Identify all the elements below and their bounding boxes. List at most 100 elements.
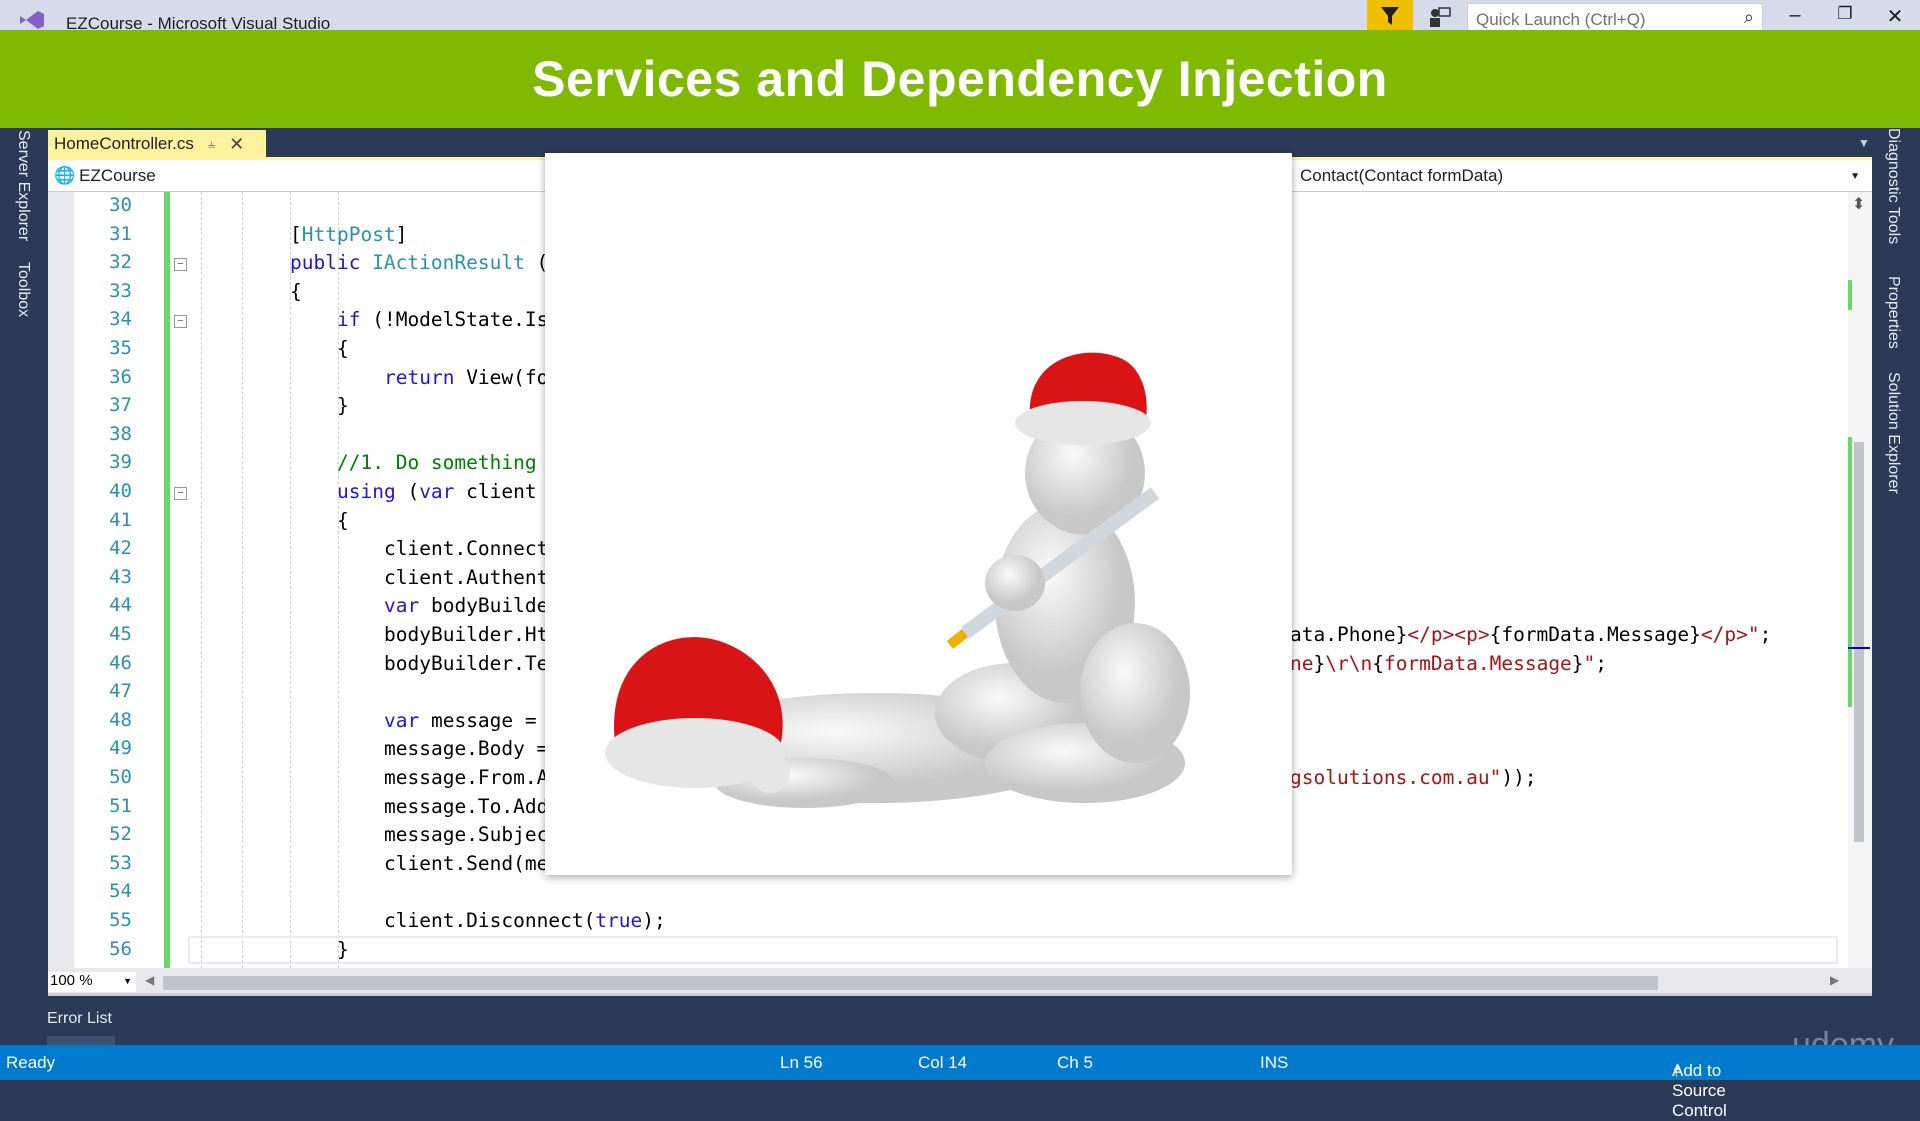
status-char: Ch 5: [1057, 1053, 1093, 1072]
code-line: if (!ModelState.Is: [337, 308, 548, 331]
change-marker: [1848, 280, 1852, 310]
feedback-icon[interactable]: [1428, 6, 1452, 28]
code-token: {: [337, 508, 349, 532]
line-number: 44: [109, 594, 132, 617]
code-token: View(fo: [454, 365, 549, 389]
member-combo[interactable]: Contact(Contact formData) ▼: [1300, 164, 1860, 188]
code-token: ata.Phone}: [1290, 623, 1408, 646]
line-number: 35: [109, 337, 132, 359]
vertical-scrollbar[interactable]: ⬍: [1848, 192, 1872, 968]
code-token: ]: [395, 222, 408, 246]
code-token: ne: [1290, 651, 1314, 675]
line-number: 34: [109, 308, 132, 331]
pin-icon[interactable]: ⫨: [208, 136, 215, 152]
code-line: message.Body =: [384, 737, 548, 760]
code-token: HttpPost: [301, 222, 396, 246]
code-line: }: [337, 394, 349, 417]
code-token: ));: [1501, 766, 1537, 789]
scroll-left-icon[interactable]: ◀: [145, 973, 154, 987]
code-line: var message =: [384, 709, 537, 732]
status-ready: Ready: [6, 1053, 56, 1072]
code-line: bodyBuilder.Ht: [384, 623, 548, 646]
code-line: client.Connect: [384, 537, 548, 560]
chevron-up-icon: ▲: [1672, 1061, 1683, 1073]
vertical-scroll-thumb[interactable]: [1854, 442, 1864, 842]
line-number: 40: [109, 480, 132, 502]
code-token: (!ModelState.Is: [360, 308, 549, 332]
collapse-region-icon[interactable]: −: [174, 487, 187, 500]
scroll-right-icon[interactable]: ▶: [1830, 973, 1839, 987]
tab-homecontroller[interactable]: HomeController.cs ⫨ ✕: [48, 130, 266, 158]
code-token: using: [337, 480, 396, 503]
code-line: using (var client: [337, 480, 537, 503]
code-token: client.Send(me: [384, 851, 549, 875]
error-list-tab[interactable]: Error List: [47, 1010, 112, 1028]
chevron-down-icon: ▼: [1850, 170, 1860, 182]
code-token: (: [395, 480, 420, 503]
code-token: client: [454, 480, 537, 503]
project-globe-icon: 🌐: [54, 166, 76, 185]
notifications-filter-button[interactable]: [1367, 0, 1413, 32]
indent-guide: [242, 192, 243, 968]
project-combo[interactable]: 🌐 EZCourse: [54, 164, 156, 188]
collapse-region-icon[interactable]: −: [174, 315, 187, 329]
code-token: {: [337, 337, 349, 360]
line-number: 31: [109, 222, 132, 245]
code-token: IActionResult: [372, 251, 525, 275]
code-token: ;: [1595, 651, 1608, 675]
close-window-button[interactable]: ✕: [1880, 4, 1910, 29]
caret-marker: [1848, 647, 1870, 649]
code-token: var: [384, 594, 420, 618]
code-token: var: [384, 708, 420, 732]
code-token: </p>": [1700, 623, 1760, 646]
code-token: </p><p>: [1407, 623, 1490, 646]
code-token: gsolutions.com.au": [1290, 766, 1502, 789]
code-token: public: [290, 251, 373, 275]
toolbox-tab[interactable]: Toolbox: [14, 262, 32, 317]
close-tab-icon[interactable]: ✕: [229, 134, 244, 155]
line-number: 39: [109, 451, 132, 474]
collapse-region-icon[interactable]: −: [174, 258, 187, 272]
status-line: Ln 56: [780, 1053, 823, 1072]
tab-label: HomeController.cs: [54, 134, 194, 153]
minimize-button[interactable]: –: [1780, 4, 1810, 27]
code-token: bodyBuilde: [419, 594, 549, 618]
code-token: if: [337, 308, 361, 332]
solution-explorer-tab[interactable]: Solution Explorer: [1884, 372, 1902, 494]
code-token: var: [419, 480, 455, 503]
line-number: 32: [109, 251, 132, 274]
indicator-margin: [48, 192, 74, 968]
code-line: }: [337, 938, 349, 961]
horizontal-scroll-thumb[interactable]: [163, 976, 1658, 990]
code-token: ;: [1759, 623, 1772, 646]
code-line: [HttpPost]: [290, 223, 407, 246]
tab-overflow-dropdown-icon[interactable]: ▼: [1858, 136, 1870, 150]
status-insert-mode: INS: [1260, 1053, 1289, 1072]
diagnostic-tools-tab[interactable]: Diagnostic Tools: [1884, 128, 1902, 244]
zoom-level-select[interactable]: 100 % ▼: [48, 972, 136, 992]
filter-icon: [1381, 7, 1399, 25]
code-token: client.Disconnect(: [384, 909, 596, 932]
code-line: //1. Do something: [337, 451, 537, 474]
change-marker: [1848, 437, 1852, 707]
properties-tab[interactable]: Properties: [1884, 276, 1902, 349]
lecture-banner: Services and Dependency Injection: [0, 30, 1920, 128]
server-explorer-tab[interactable]: Server Explorer: [14, 130, 32, 241]
visual-studio-logo-icon: [20, 11, 44, 29]
project-name: EZCourse: [79, 166, 156, 185]
code-line: return View(fo: [384, 366, 548, 389]
line-number: 45: [109, 623, 132, 645]
code-token: [: [290, 222, 302, 246]
code-token: message.Subjec: [384, 823, 549, 847]
split-editor-icon[interactable]: ⬍: [1852, 194, 1865, 214]
line-number: 42: [109, 537, 132, 560]
code-token: {: [290, 279, 302, 303]
code-line: ata.Phone}</p><p>{formData.Message}</p>"…: [1290, 623, 1771, 646]
code-line: message.To.Add: [384, 795, 548, 818]
quick-launch-input[interactable]: Quick Launch (Ctrl+Q) ⌕: [1467, 3, 1763, 33]
search-icon[interactable]: ⌕: [1744, 7, 1754, 28]
status-bar: Ready Ln 56 Col 14 Ch 5 INS ↑ Add to Sou…: [0, 1045, 1920, 1120]
restore-button[interactable]: ❐: [1830, 4, 1860, 24]
code-token: ": [1583, 651, 1596, 675]
quick-launch-placeholder: Quick Launch (Ctrl+Q): [1476, 10, 1646, 29]
